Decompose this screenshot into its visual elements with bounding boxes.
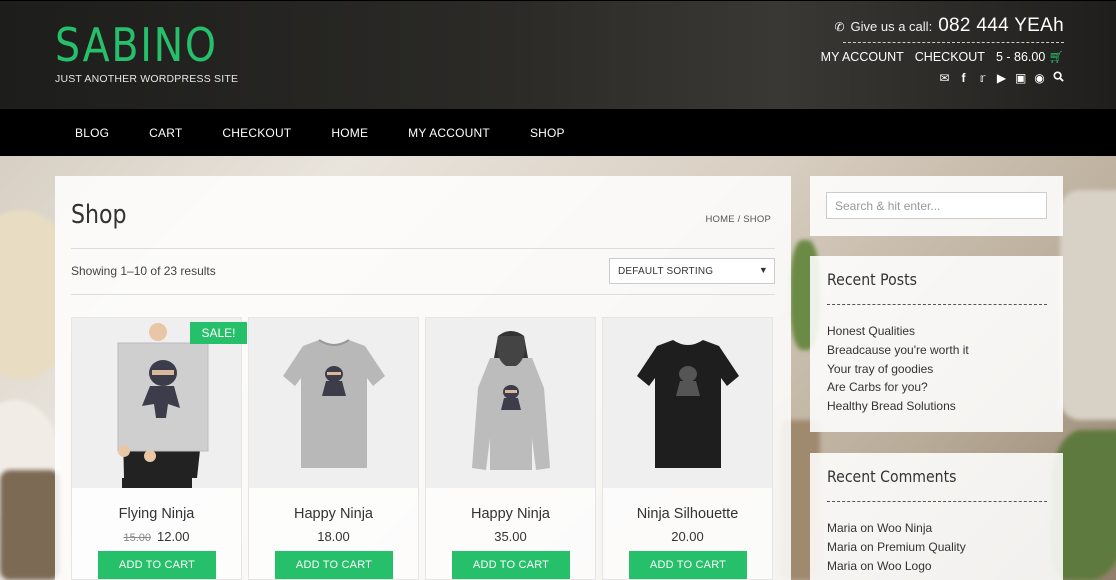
product-card[interactable]: Ninja Silhouette 20.00 ADD TO CART — [602, 317, 773, 580]
product-price: 18.00 — [249, 529, 418, 544]
recent-comment: Maria on Woo Ninja — [827, 519, 966, 538]
header-divider — [843, 42, 1064, 43]
recent-comments-widget: Recent Comments Maria on Woo Ninja Maria… — [810, 453, 1063, 580]
product-card[interactable]: SALE! Flying Ninja 15.00 12.00 ADD TO CAR… — [71, 317, 247, 580]
recent-post-link[interactable]: Honest Qualities — [827, 322, 969, 341]
main-nav: BLOG CART CHECKOUT HOME MY ACCOUNT SHOP — [0, 109, 1116, 156]
recent-post-link[interactable]: Breadcause you're worth it — [827, 341, 969, 360]
nav-item-my-account[interactable]: MY ACCOUNT — [388, 126, 510, 140]
search-icon[interactable] — [1053, 71, 1064, 85]
product-card[interactable]: Happy Ninja 18.00 ADD TO CART — [248, 317, 419, 580]
nav-item-cart[interactable]: CART — [129, 126, 202, 140]
comment-on: on — [860, 558, 874, 573]
recent-post-link[interactable]: Your tray of goodies — [827, 360, 969, 379]
comment-author[interactable]: Maria — [827, 521, 857, 535]
facebook-icon[interactable]: f — [958, 71, 969, 85]
old-price: 15.00 — [123, 532, 151, 544]
divider — [827, 304, 1047, 305]
product-image[interactable] — [249, 318, 418, 488]
current-price: 18.00 — [317, 529, 350, 544]
comment-post-link[interactable]: Woo Ninja — [877, 521, 932, 535]
add-to-cart-button[interactable]: ADD TO CART — [275, 551, 393, 579]
comment-on: on — [860, 521, 874, 535]
phone-icon: ✆ — [834, 20, 845, 34]
account-links: MY ACCOUNT CHECKOUT 5 - 86.00 🛒︎ — [821, 50, 1064, 64]
result-count: Showing 1–10 of 23 results — [71, 264, 216, 278]
cart-summary[interactable]: 5 - 86.00 🛒︎ — [996, 50, 1064, 64]
site-logo[interactable]: SABINO — [55, 17, 218, 73]
shop-panel: Shop HOME / SHOP Showing 1–10 of 23 resu… — [55, 176, 791, 580]
twitter-icon[interactable]: 𝕣 — [977, 71, 988, 85]
nav-item-checkout[interactable]: CHECKOUT — [202, 126, 311, 140]
recent-posts-widget: Recent Posts Honest Qualities Breadcause… — [810, 256, 1063, 432]
product-image[interactable] — [603, 318, 772, 488]
instagram-icon[interactable]: ▣ — [1015, 71, 1026, 85]
sale-badge: SALE! — [190, 322, 247, 344]
recent-post-link[interactable]: Healthy Bread Solutions — [827, 397, 969, 416]
nav-item-shop[interactable]: SHOP — [510, 126, 585, 140]
comment-on: on — [860, 539, 874, 554]
recent-comment: Maria on Premium Quality — [827, 538, 966, 557]
call-label: Give us a call: — [850, 19, 933, 34]
add-to-cart-button[interactable]: ADD TO CART — [98, 551, 216, 579]
comment-post-link[interactable]: Premium Quality — [877, 540, 966, 554]
product-name[interactable]: Happy Ninja — [426, 506, 595, 522]
site-tagline: JUST ANOTHER WORDPRESS SITE — [55, 73, 239, 85]
nav-item-blog[interactable]: BLOG — [55, 126, 129, 140]
cart-total: 5 - 86.00 — [995, 50, 1046, 64]
breadcrumb[interactable]: HOME / SHOP — [705, 214, 771, 225]
social-icons: ✉ f 𝕣 ▶ ▣ ◉ — [939, 71, 1064, 85]
product-grid: SALE! Flying Ninja 15.00 12.00 ADD TO CAR… — [71, 317, 777, 580]
cart-icon: 🛒︎ — [1048, 50, 1064, 64]
product-price: 35.00 — [426, 529, 595, 544]
current-price: 12.00 — [156, 529, 190, 544]
comment-author[interactable]: Maria — [827, 540, 857, 554]
nav-item-home[interactable]: HOME — [311, 126, 388, 140]
search-widget: Search & hit enter... — [810, 176, 1063, 236]
site-header: SABINO JUST ANOTHER WORDPRESS SITE ✆ Giv… — [0, 0, 1116, 109]
product-price: 20.00 — [603, 529, 772, 544]
divider — [71, 248, 775, 249]
checkout-link[interactable]: CHECKOUT — [915, 50, 985, 64]
product-name[interactable]: Ninja Silhouette — [603, 506, 772, 522]
background-decoration — [1060, 190, 1116, 420]
widget-title: Recent Comments — [827, 467, 957, 486]
recent-comment: Maria on Woo Logo — [827, 557, 966, 576]
sort-select[interactable]: DEFAULT SORTING ▼ — [609, 258, 775, 284]
pinterest-icon[interactable]: ◉ — [1034, 71, 1045, 85]
product-card[interactable]: Happy Ninja 35.00 ADD TO CART — [425, 317, 596, 580]
phone-number: 082 444 YEAh — [938, 15, 1064, 36]
sort-value: DEFAULT SORTING — [618, 266, 714, 277]
divider — [71, 294, 775, 295]
comment-post-link[interactable]: Woo Logo — [877, 559, 932, 573]
search-input[interactable]: Search & hit enter... — [826, 192, 1047, 219]
add-to-cart-button[interactable]: ADD TO CART — [452, 551, 570, 579]
product-name[interactable]: Happy Ninja — [249, 506, 418, 522]
email-icon[interactable]: ✉ — [939, 71, 950, 85]
product-image[interactable] — [426, 318, 595, 488]
divider — [827, 501, 1047, 502]
call-info: ✆ Give us a call: 082 444 YEAh — [834, 15, 1064, 37]
background-decoration — [0, 470, 60, 580]
comment-author[interactable]: Maria — [827, 559, 857, 573]
product-name[interactable]: Flying Ninja — [72, 506, 241, 522]
add-to-cart-button[interactable]: ADD TO CART — [629, 551, 747, 579]
chevron-down-icon: ▼ — [758, 265, 768, 275]
recent-post-link[interactable]: Are Carbs for you? — [827, 378, 969, 397]
current-price: 35.00 — [494, 529, 527, 544]
page-title: Shop — [71, 200, 127, 230]
product-price: 15.00 12.00 — [72, 529, 241, 544]
widget-title: Recent Posts — [827, 270, 917, 289]
current-price: 20.00 — [671, 529, 704, 544]
youtube-icon[interactable]: ▶ — [996, 71, 1007, 85]
my-account-link[interactable]: MY ACCOUNT — [821, 50, 904, 64]
